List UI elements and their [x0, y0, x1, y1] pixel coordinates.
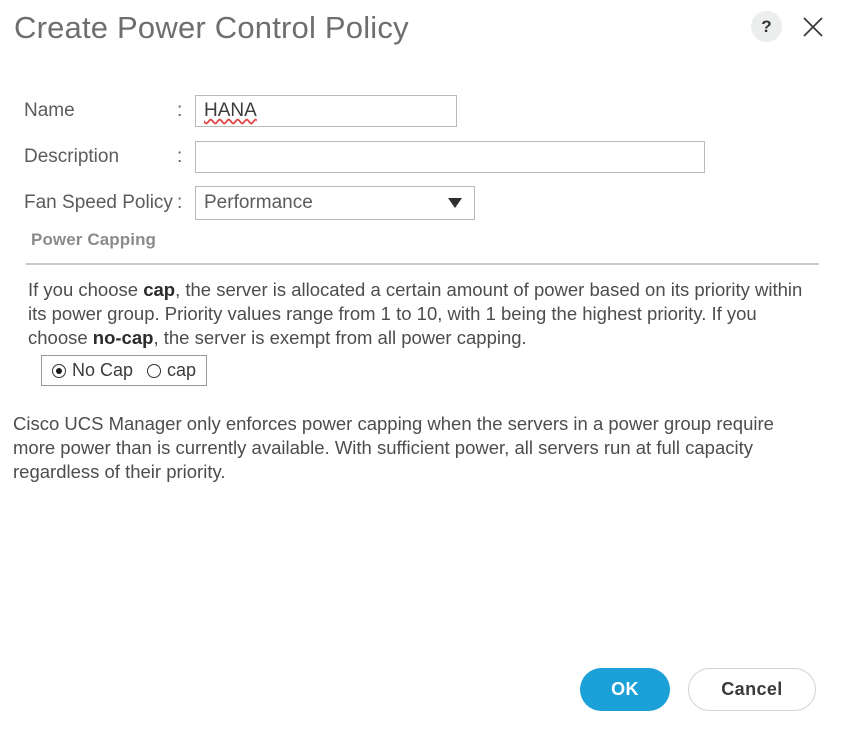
dialog-title: Create Power Control Policy [14, 10, 409, 45]
section-divider [26, 263, 819, 265]
radio-label-cap: cap [167, 360, 197, 380]
name-input[interactable]: HANA [195, 95, 457, 127]
form-row-name: Name : HANA [0, 88, 844, 134]
form-row-description: Description : [0, 134, 844, 180]
chevron-down-icon [448, 198, 462, 208]
radio-icon-no-cap [52, 363, 66, 378]
power-enforcement-note: Cisco UCS Manager only enforces power ca… [13, 413, 774, 482]
help-icon[interactable]: ? [751, 11, 782, 42]
description-colon: : [177, 146, 183, 167]
cap-text-part1: If you choose [28, 279, 144, 300]
cap-keyword: cap [143, 279, 176, 300]
name-label: Name [24, 100, 75, 121]
form-row-fan-speed-policy: Fan Speed Policy : Performance [0, 180, 844, 226]
name-colon: : [177, 100, 183, 121]
cancel-button[interactable]: Cancel [688, 668, 816, 711]
fan-speed-policy-value: Performance [204, 192, 313, 213]
fan-speed-policy-select[interactable]: Performance [195, 186, 475, 220]
radio-option-cap[interactable]: cap [147, 360, 196, 381]
description-label: Description [24, 146, 120, 167]
cap-text-part3: , the server is exempt from all power ca… [153, 327, 527, 348]
radio-option-no-cap[interactable]: No Cap [52, 360, 133, 381]
power-capping-description: If you choose cap, the server is allocat… [28, 278, 818, 350]
power-capping-heading: Power Capping [31, 230, 157, 249]
ok-button[interactable]: OK [580, 668, 670, 711]
name-input-value: HANA [204, 100, 257, 121]
radio-label-no-cap: No Cap [72, 360, 134, 380]
policy-form: Name : HANA Description : Fan Speed Poli… [0, 88, 844, 226]
power-capping-radio-group[interactable]: No Cap cap [41, 355, 208, 386]
description-input[interactable] [195, 141, 705, 173]
dialog-titlebar: Create Power Control Policy ? [0, 0, 844, 66]
fan-speed-policy-label: Fan Speed Policy [24, 192, 173, 213]
dialog-footer: OK Cancel [580, 668, 816, 711]
titlebar-actions: ? [751, 11, 828, 42]
no-cap-keyword: no-cap [92, 327, 154, 348]
fan-speed-policy-colon: : [177, 192, 183, 213]
radio-icon-cap [147, 363, 162, 378]
close-x-icon[interactable] [798, 12, 828, 42]
